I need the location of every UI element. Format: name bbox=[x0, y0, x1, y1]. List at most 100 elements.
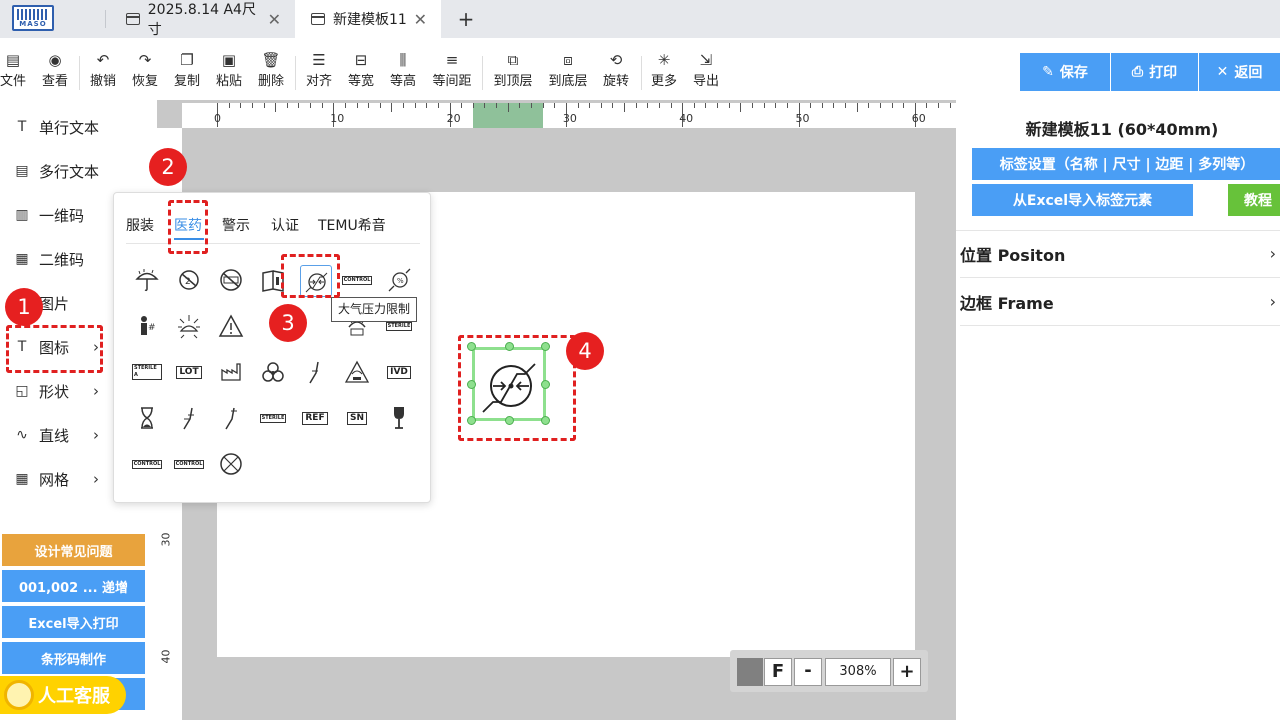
tab-new-template[interactable]: 新建模板11 ✕ bbox=[295, 0, 441, 38]
popup-tab-warning[interactable]: 警示 bbox=[222, 215, 250, 235]
multiline-text-icon: ▤ bbox=[15, 163, 29, 179]
ruler-label: 60 bbox=[911, 112, 926, 125]
do-not-resterilize-icon[interactable] bbox=[216, 265, 246, 295]
label-settings-button[interactable]: 标签设置（名称 | 尺寸 | 边距 | 多列等） bbox=[972, 148, 1280, 180]
toolbar-redo[interactable]: ↷ 恢复 bbox=[130, 50, 160, 89]
print-button[interactable]: ⎙ 打印 bbox=[1111, 53, 1198, 91]
close-icon[interactable]: ✕ bbox=[268, 10, 281, 29]
ruler-tick bbox=[624, 103, 626, 112]
caution-icon[interactable] bbox=[216, 311, 246, 341]
ruler-tick bbox=[542, 103, 544, 108]
ruler-tick bbox=[786, 103, 788, 108]
toolbar-copy[interactable]: ❐ 复制 bbox=[172, 50, 202, 89]
toolbar-file[interactable]: ▤ 文件 bbox=[0, 50, 26, 89]
toolbar-equal-width[interactable]: ⊟ 等宽 bbox=[346, 50, 376, 89]
section-frame[interactable]: 边框 Frame › bbox=[960, 278, 1280, 326]
annotation-badge-3: 3 bbox=[269, 304, 307, 342]
barcode-maker-button[interactable]: 条形码制作 bbox=[2, 642, 145, 674]
toolbar-send-back[interactable]: ⧈ 到底层 bbox=[546, 50, 590, 89]
toolbar-export[interactable]: ⇲ 导出 bbox=[691, 50, 721, 89]
do-not-reuse-icon[interactable]: 2 bbox=[174, 265, 204, 295]
toolbar-undo[interactable]: ↶ 撤销 bbox=[88, 50, 118, 89]
ruler-tick bbox=[647, 103, 649, 108]
sterile-a-icon[interactable]: STERILE A bbox=[132, 357, 162, 387]
ruler-tick bbox=[519, 103, 521, 108]
popup-tab-certification[interactable]: 认证 bbox=[271, 215, 299, 235]
popup-tab-clothing[interactable]: 服装 bbox=[126, 215, 154, 235]
use-by-date-icon[interactable] bbox=[132, 403, 162, 433]
toolbar-more[interactable]: ✳ 更多 bbox=[649, 50, 679, 89]
lot-number-icon[interactable]: LOT bbox=[174, 357, 204, 387]
control-icon[interactable]: CONTROL bbox=[341, 265, 373, 295]
do-not-use-if-damaged-icon[interactable] bbox=[216, 449, 246, 479]
manufacturer-icon[interactable] bbox=[216, 357, 246, 387]
sidebar-item-single-text[interactable]: T 单行文本 bbox=[12, 105, 107, 149]
ruler-tick bbox=[391, 103, 393, 112]
save-button[interactable]: ✎ 保存 bbox=[1020, 53, 1110, 91]
barcode-icon: ▥ bbox=[15, 207, 29, 223]
excel-import-elements-button[interactable]: 从Excel导入标签元素 bbox=[972, 184, 1193, 216]
reference-number-icon[interactable]: REF bbox=[300, 403, 330, 433]
eye-icon: ◉ bbox=[48, 51, 62, 69]
section-position[interactable]: 位置 Positon › bbox=[960, 230, 1280, 278]
toolbar-equal-height[interactable]: ⫼ 等高 bbox=[388, 50, 418, 89]
tab-label: 2025.8.14 A4尺寸 bbox=[147, 2, 256, 38]
line-icon: ∿ bbox=[16, 427, 28, 443]
toolbar-bring-front[interactable]: ⧉ 到顶层 bbox=[491, 50, 535, 89]
design-faq-button[interactable]: 设计常见问题 bbox=[2, 534, 145, 566]
toolbar-rotate[interactable]: ⟲ 旋转 bbox=[601, 50, 631, 89]
temperature-limit-icon[interactable] bbox=[300, 357, 330, 387]
sterile-label-icon[interactable]: STERILE bbox=[258, 403, 288, 433]
toolbar-paste[interactable]: ▣ 粘贴 bbox=[214, 50, 244, 89]
customer-service-button[interactable]: 人工客服 bbox=[0, 676, 126, 714]
ruler-tick bbox=[263, 103, 265, 108]
ruler-tick bbox=[554, 103, 556, 108]
keep-dry-icon[interactable] bbox=[132, 265, 162, 295]
back-button[interactable]: ✕ 返回 bbox=[1199, 53, 1280, 91]
undo-icon: ↶ bbox=[96, 51, 110, 69]
close-icon[interactable]: ✕ bbox=[414, 10, 427, 29]
fragile-icon[interactable] bbox=[384, 403, 414, 433]
humidity-limit-icon[interactable]: % bbox=[384, 265, 414, 295]
color-swatch[interactable] bbox=[737, 658, 763, 686]
patient-number-icon[interactable]: # bbox=[132, 311, 162, 341]
toolbar-equal-spacing[interactable]: ≡ 等间距 bbox=[430, 50, 474, 89]
toolbar-align[interactable]: ☰ 对齐 bbox=[304, 50, 334, 89]
excel-import-print-button[interactable]: Excel导入打印 bbox=[2, 606, 145, 638]
chevron-right-icon: › bbox=[1269, 244, 1276, 263]
tab-a4-size[interactable]: 2025.8.14 A4尺寸 ✕ bbox=[110, 0, 295, 38]
ruler-tick bbox=[717, 103, 719, 108]
tutorial-button[interactable]: 教程 bbox=[1228, 184, 1280, 216]
increment-button[interactable]: 001,002 ... 递增 bbox=[2, 570, 145, 602]
toolbar-view[interactable]: ◉ 查看 bbox=[40, 50, 70, 89]
ivd-icon[interactable]: IVD bbox=[384, 357, 414, 387]
zoom-in-button[interactable]: + bbox=[893, 658, 921, 686]
biohazard-icon[interactable] bbox=[258, 357, 288, 387]
control-positive-icon[interactable]: CONTROL bbox=[131, 449, 163, 479]
sidebar-item-shape[interactable]: ◱ 形状 › bbox=[12, 369, 107, 413]
sidebar-item-multi-text[interactable]: ▤ 多行文本 bbox=[12, 149, 107, 193]
annotation-badge-2: 2 bbox=[149, 148, 187, 186]
fit-button[interactable]: F bbox=[764, 658, 792, 686]
headset-icon bbox=[4, 680, 34, 710]
zoom-out-button[interactable]: - bbox=[794, 658, 822, 686]
serial-number-icon[interactable]: SN bbox=[342, 403, 372, 433]
ruler-tick bbox=[751, 103, 753, 108]
edit-icon: ✎ bbox=[1042, 64, 1054, 80]
popup-tab-temu-shein[interactable]: TEMU希音 bbox=[318, 215, 386, 235]
lower-temperature-limit-icon[interactable] bbox=[174, 403, 204, 433]
sidebar-item-barcode[interactable]: ▥ 一维码 bbox=[12, 193, 107, 237]
toolbar-delete[interactable]: 🗑 删除 bbox=[256, 50, 286, 89]
sidebar-item-grid[interactable]: ▦ 网格 › bbox=[12, 457, 107, 501]
shape-icon: ◱ bbox=[15, 383, 29, 399]
keep-from-sunlight-icon[interactable] bbox=[174, 311, 204, 341]
sidebar-item-qrcode[interactable]: ▦ 二维码 bbox=[12, 237, 107, 281]
non-sterile-icon[interactable] bbox=[342, 357, 372, 387]
zoom-value[interactable]: 308% bbox=[825, 658, 891, 686]
ruler-tick bbox=[368, 103, 370, 108]
control-negative-icon[interactable]: CONTROL bbox=[173, 449, 205, 479]
ruler-tick bbox=[275, 103, 277, 112]
new-tab-button[interactable]: + bbox=[454, 6, 478, 32]
upper-temperature-limit-icon[interactable] bbox=[216, 403, 246, 433]
sidebar-item-line[interactable]: ∿ 直线 › bbox=[12, 413, 107, 457]
